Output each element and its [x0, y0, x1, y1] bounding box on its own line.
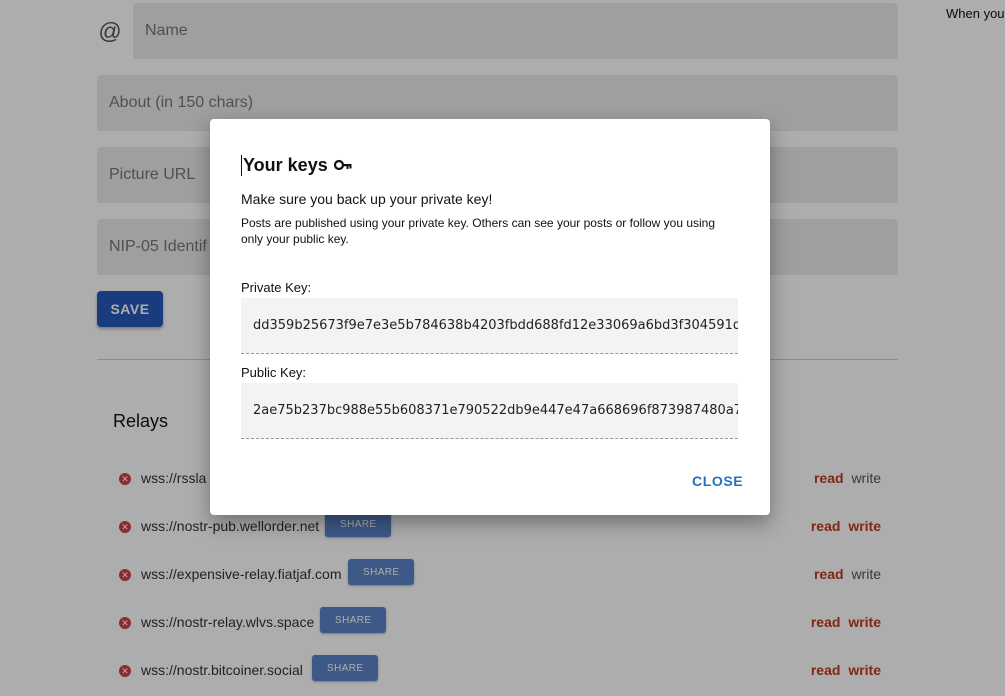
dialog-title-text: Your keys	[243, 155, 328, 175]
dialog-subtitle: Make sure you back up your private key!	[241, 191, 493, 207]
private-key-field[interactable]: dd359b25673f9e7e3e5b784638b4203fbdd688fd…	[241, 298, 738, 354]
dialog-title: Your keys	[241, 155, 352, 176]
public-key-field[interactable]: 2ae75b237bc988e55b608371e790522db9e447e4…	[241, 383, 738, 439]
close-button[interactable]: CLOSE	[684, 469, 751, 493]
dialog-description: Posts are published using your private k…	[241, 216, 716, 246]
keys-dialog: Your keys Make sure you back up your pri…	[210, 119, 770, 515]
profile-page: @ Name About (in 150 chars) Picture URL …	[0, 0, 1005, 696]
key-icon	[333, 155, 352, 176]
public-key-label: Public Key:	[241, 365, 307, 380]
private-key-label: Private Key:	[241, 280, 312, 295]
